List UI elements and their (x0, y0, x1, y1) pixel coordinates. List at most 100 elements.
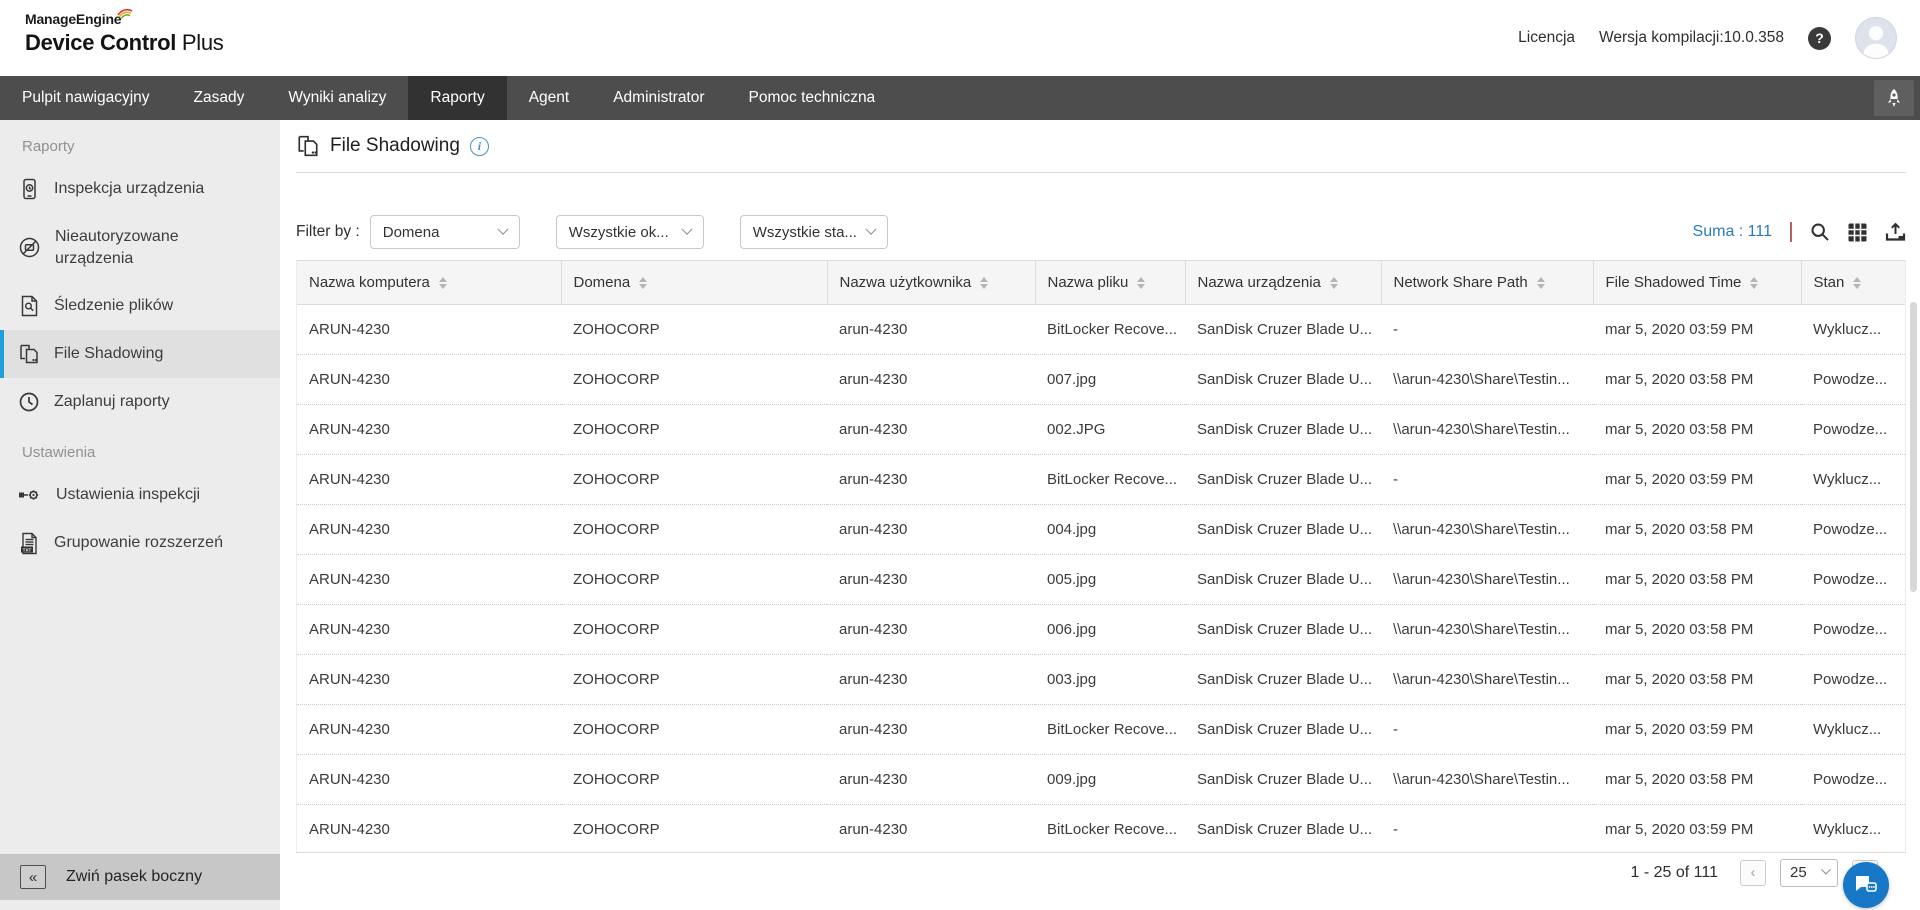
cell-status: Powodze... (1801, 405, 1906, 455)
cell-device-name: SanDisk Cruzer Blade U... (1185, 355, 1381, 405)
schedule-icon (18, 391, 40, 413)
cell-status: Powodze... (1801, 605, 1906, 655)
top-header: ManageEngine Device Control Plus Licencj… (0, 0, 1920, 76)
cell-network-share-path: \\arun-4230\Share\Testin... (1381, 605, 1593, 655)
column-label: Nazwa użytkownika (840, 274, 972, 291)
cell-computer-name: ARUN-4230 (297, 605, 561, 655)
table-row[interactable]: ARUN-4230 ZOHOCORP arun-4230 BitLocker R… (297, 455, 1906, 505)
collapse-sidebar-button[interactable]: « Zwiń pasek boczny (0, 854, 280, 900)
sort-icon[interactable] (1137, 277, 1145, 289)
table-row[interactable]: ARUN-4230 ZOHOCORP arun-4230 005.jpg San… (297, 555, 1906, 605)
column-label: Network Share Path (1394, 274, 1528, 291)
column-header[interactable]: Nazwa użytkownika (827, 261, 1035, 305)
total-count-link[interactable]: Suma : 111 (1693, 223, 1772, 241)
nav-item-support[interactable]: Pomoc techniczna (727, 76, 898, 120)
manageengine-logo: ManageEngine Device Control Plus (25, 11, 223, 56)
table-row[interactable]: ARUN-4230 ZOHOCORP arun-4230 BitLocker R… (297, 805, 1906, 853)
cell-file-name: 009.jpg (1035, 755, 1185, 805)
column-header[interactable]: Network Share Path (1381, 261, 1593, 305)
divider (1790, 222, 1792, 242)
prev-page-button[interactable]: ‹ (1740, 860, 1766, 886)
sidebar-item-file-tracing[interactable]: Śledzenie plików (0, 282, 280, 330)
cell-file-name: 007.jpg (1035, 355, 1185, 405)
cell-domain: ZOHOCORP (561, 655, 827, 705)
cell-computer-name: ARUN-4230 (297, 655, 561, 705)
sort-icon[interactable] (639, 277, 647, 289)
cell-device-name: SanDisk Cruzer Blade U... (1185, 455, 1381, 505)
cell-file-shadowed-time: mar 5, 2020 03:58 PM (1593, 355, 1801, 405)
export-icon[interactable] (1885, 222, 1906, 242)
cell-file-shadowed-time: mar 5, 2020 03:58 PM (1593, 605, 1801, 655)
cell-status: Powodze... (1801, 505, 1906, 555)
file-shadowing-icon (296, 134, 320, 158)
sort-icon[interactable] (980, 277, 988, 289)
column-header[interactable]: Stan (1801, 261, 1906, 305)
sidebar-item-device-audit[interactable]: Inspekcja urządzenia (0, 165, 280, 213)
nav-item-admin[interactable]: Administrator (591, 76, 726, 120)
sidebar: Raporty Inspekcja urządzenia Nieautoryzo… (0, 120, 280, 910)
nav-item-insights[interactable]: Wyniki analizy (266, 76, 408, 120)
column-label: Nazwa urządzenia (1198, 274, 1321, 291)
table-row[interactable]: ARUN-4230 ZOHOCORP arun-4230 007.jpg San… (297, 355, 1906, 405)
info-icon[interactable]: i (470, 137, 489, 156)
sort-icon[interactable] (1750, 277, 1758, 289)
nav-item-reports[interactable]: Raporty (408, 76, 506, 120)
avatar[interactable] (1855, 17, 1897, 59)
pagination-range-label: 1 - 25 of 111 (1631, 864, 1718, 882)
filter-select-value: Wszystkie ok... (569, 224, 669, 241)
page-size-value: 25 (1790, 864, 1807, 881)
table-row[interactable]: ARUN-4230 ZOHOCORP arun-4230 002.JPG San… (297, 405, 1906, 455)
sort-icon[interactable] (439, 277, 447, 289)
filter-bar: Filter by : Domena Wszystkie ok... Wszys… (296, 210, 1906, 254)
column-label: Nazwa pliku (1048, 274, 1129, 291)
table-row[interactable]: ARUN-4230 ZOHOCORP arun-4230 009.jpg San… (297, 755, 1906, 805)
cell-network-share-path: - (1381, 305, 1593, 355)
vertical-scrollbar[interactable] (1910, 302, 1917, 592)
cell-device-name: SanDisk Cruzer Blade U... (1185, 805, 1381, 853)
sidebar-item-unauthorized-devices[interactable]: Nieautoryzowane urządzenia (0, 213, 280, 282)
cell-network-share-path: - (1381, 805, 1593, 853)
filter-select-domain[interactable]: Domena (370, 215, 520, 249)
page-size-select[interactable]: 25 (1780, 859, 1838, 887)
cell-file-name: 004.jpg (1035, 505, 1185, 555)
main-content: File Shadowing i Filter by : Domena Wszy… (280, 120, 1920, 910)
table-row[interactable]: ARUN-4230 ZOHOCORP arun-4230 BitLocker R… (297, 705, 1906, 755)
column-header[interactable]: File Shadowed Time (1593, 261, 1801, 305)
column-header[interactable]: Nazwa urządzenia (1185, 261, 1381, 305)
table-row[interactable]: ARUN-4230 ZOHOCORP arun-4230 004.jpg San… (297, 505, 1906, 555)
sidebar-item-audit-settings[interactable]: Ustawienia inspekcji (0, 471, 280, 519)
sort-icon[interactable] (1853, 277, 1861, 289)
nav-item-agent[interactable]: Agent (507, 76, 592, 120)
whats-new-button[interactable] (1874, 80, 1914, 116)
help-icon[interactable]: ? (1808, 27, 1831, 50)
sidebar-item-schedule-reports[interactable]: Zaplanuj raporty (0, 378, 280, 426)
file-tracing-icon (18, 295, 40, 317)
table-grid-icon[interactable] (1848, 223, 1867, 242)
pagination-bar: 1 - 25 of 111 ‹ 25 › (296, 852, 1906, 892)
chat-button[interactable] (1843, 862, 1889, 908)
cell-user-name: arun-4230 (827, 705, 1035, 755)
sort-icon[interactable] (1537, 277, 1545, 289)
nav-item-policies[interactable]: Zasady (172, 76, 267, 120)
nav-item-dashboard[interactable]: Pulpit nawigacyjny (0, 76, 172, 120)
search-icon[interactable] (1810, 222, 1830, 242)
filter-select-period[interactable]: Wszystkie ok... (556, 215, 704, 249)
sort-icon[interactable] (1330, 277, 1338, 289)
sidebar-item-label: Zaplanuj raporty (54, 391, 170, 413)
column-header[interactable]: Nazwa komputera (297, 261, 561, 305)
title-bar: File Shadowing i (296, 120, 1906, 173)
sidebar-item-label: Inspekcja urządzenia (54, 178, 204, 200)
cell-user-name: arun-4230 (827, 555, 1035, 605)
sidebar-item-extension-grouping[interactable]: TXT Grupowanie rozszerzeń (0, 519, 280, 568)
cell-user-name: arun-4230 (827, 755, 1035, 805)
table-row[interactable]: ARUN-4230 ZOHOCORP arun-4230 006.jpg San… (297, 605, 1906, 655)
file-shadowing-table-wrap: Nazwa komputera Domena (296, 260, 1906, 852)
table-row[interactable]: ARUN-4230 ZOHOCORP arun-4230 003.jpg San… (297, 655, 1906, 705)
filter-select-status[interactable]: Wszystkie sta... (740, 215, 888, 249)
column-header[interactable]: Domena (561, 261, 827, 305)
table-row[interactable]: ARUN-4230 ZOHOCORP arun-4230 BitLocker R… (297, 305, 1906, 355)
column-header[interactable]: Nazwa pliku (1035, 261, 1185, 305)
sidebar-item-file-shadowing[interactable]: File Shadowing (0, 330, 280, 378)
license-link[interactable]: Licencja (1518, 29, 1575, 47)
cell-computer-name: ARUN-4230 (297, 805, 561, 853)
